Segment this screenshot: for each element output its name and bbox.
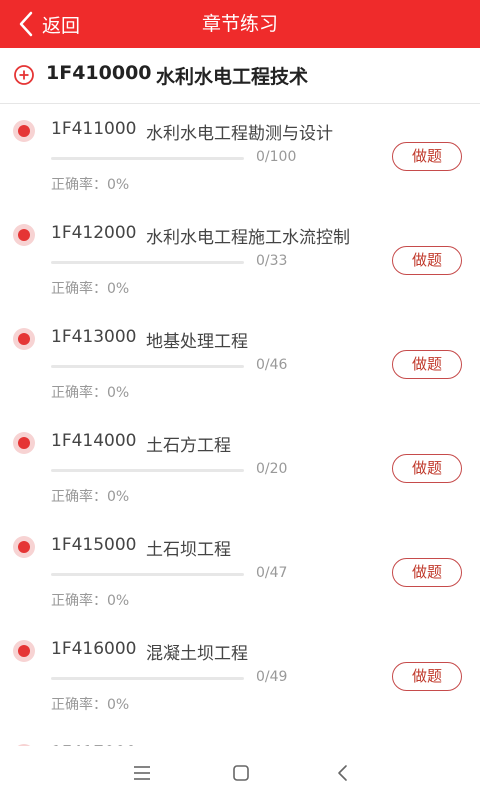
accuracy-label: 正确率：0% xyxy=(51,385,130,401)
section-item[interactable]: 1F412000 水利水电工程施工水流控制 0/33 正确率：0% 做题 xyxy=(0,208,480,312)
section-code: 1F412000 xyxy=(51,223,137,243)
section-name: 土石方工程 xyxy=(146,436,231,456)
progress-bar xyxy=(51,365,244,368)
bullet-dot-icon xyxy=(13,640,35,662)
section-code: 1F413000 xyxy=(51,327,137,347)
system-nav-bar xyxy=(0,746,480,800)
plus-circle-icon[interactable] xyxy=(13,64,35,86)
section-name: 土石坝工程 xyxy=(146,540,231,560)
bullet-dot-icon xyxy=(13,224,35,246)
section-name: 水利水电工程勘测与设计 xyxy=(146,124,333,144)
accuracy-label: 正确率：0% xyxy=(51,593,130,609)
progress-count: 0/100 xyxy=(256,149,297,165)
practice-button[interactable]: 做题 xyxy=(392,142,462,171)
progress-bar xyxy=(51,261,244,264)
menu-icon[interactable] xyxy=(130,762,154,784)
accuracy-label: 正确率：0% xyxy=(51,177,130,193)
bullet-dot-icon xyxy=(13,536,35,558)
home-square-icon[interactable] xyxy=(229,762,253,784)
back-chevron-icon[interactable] xyxy=(331,762,355,784)
chapter-code: 1F410000 xyxy=(46,62,152,84)
section-item[interactable]: 1F414000 土石方工程 0/20 正确率：0% 做题 xyxy=(0,416,480,520)
bullet-dot-icon xyxy=(13,432,35,454)
practice-button[interactable]: 做题 xyxy=(392,662,462,691)
progress-count: 0/46 xyxy=(256,357,288,373)
section-code: 1F411000 xyxy=(51,119,137,139)
progress-bar xyxy=(51,157,244,160)
section-name: 地基处理工程 xyxy=(146,332,248,352)
progress-count: 0/49 xyxy=(256,669,288,685)
practice-button[interactable]: 做题 xyxy=(392,350,462,379)
chapter-header[interactable]: 1F410000 水利水电工程技术 xyxy=(0,48,480,104)
progress-bar xyxy=(51,573,244,576)
progress-bar xyxy=(51,677,244,680)
section-name: 水利水电工程施工水流控制 xyxy=(146,228,350,248)
practice-button[interactable]: 做题 xyxy=(392,558,462,587)
bullet-dot-icon xyxy=(13,328,35,350)
bullet-dot-icon xyxy=(13,120,35,142)
accuracy-label: 正确率：0% xyxy=(51,697,130,713)
progress-count: 0/47 xyxy=(256,565,288,581)
accuracy-label: 正确率：0% xyxy=(51,281,130,297)
chapter-name: 水利水电工程技术 xyxy=(156,66,309,88)
section-item[interactable]: 1F411000 水利水电工程勘测与设计 0/100 正确率：0% 做题 xyxy=(0,104,480,208)
progress-count: 0/33 xyxy=(256,253,288,269)
section-code: 1F416000 xyxy=(51,639,137,659)
section-name: 混凝土坝工程 xyxy=(146,644,248,664)
section-item[interactable]: 1F416000 混凝土坝工程 0/49 正确率：0% 做题 xyxy=(0,624,480,728)
section-item[interactable]: 1F415000 土石坝工程 0/47 正确率：0% 做题 xyxy=(0,520,480,624)
section-item[interactable]: 1F413000 地基处理工程 0/46 正确率：0% 做题 xyxy=(0,312,480,416)
top-bar: 返回 章节练习 xyxy=(0,0,480,48)
practice-button[interactable]: 做题 xyxy=(392,246,462,275)
accuracy-label: 正确率：0% xyxy=(51,489,130,505)
section-code: 1F414000 xyxy=(51,431,137,451)
progress-bar xyxy=(51,469,244,472)
page-title: 章节练习 xyxy=(201,13,278,35)
section-code: 1F415000 xyxy=(51,535,137,555)
practice-button[interactable]: 做题 xyxy=(392,454,462,483)
progress-count: 0/20 xyxy=(256,461,288,477)
